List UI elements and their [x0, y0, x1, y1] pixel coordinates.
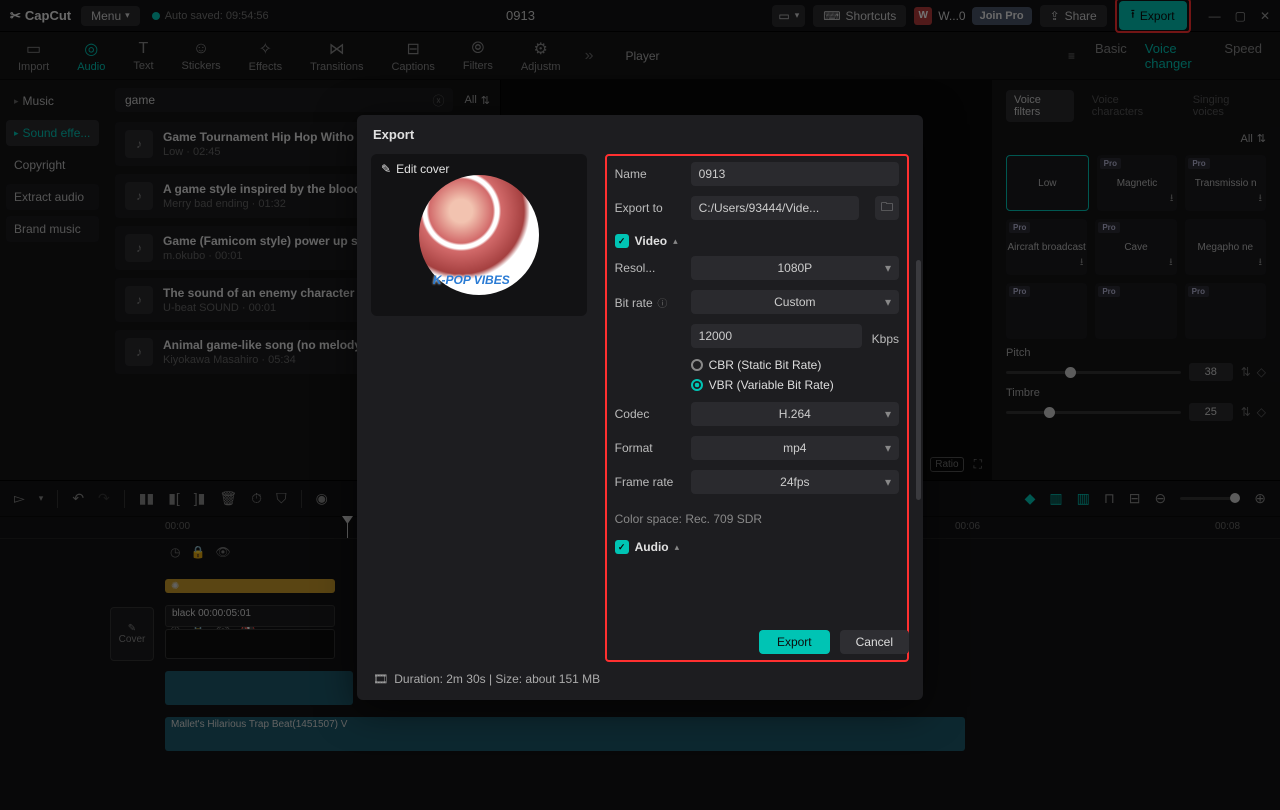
collapse-icon[interactable]: ▴	[673, 236, 678, 247]
resolution-label: Resol...	[615, 261, 681, 275]
cover-image	[419, 175, 539, 295]
export-confirm-button[interactable]: Export	[759, 630, 830, 654]
bitrate-unit: Kbps	[872, 327, 899, 346]
highlight-export-settings: Name Export to C:/Users/93444/Vide... 🗀 …	[605, 154, 909, 662]
audio-checkbox[interactable]: ✓	[615, 540, 629, 554]
cover-preview: ✎Edit cover	[371, 154, 587, 316]
export-path-field[interactable]: C:/Users/93444/Vide...	[691, 196, 859, 220]
duration-info: 🎞 Duration: 2m 30s | Size: about 151 MB	[373, 672, 600, 686]
pencil-icon: ✎	[381, 162, 391, 176]
resolution-select[interactable]: 1080P▾	[691, 256, 899, 280]
info-icon[interactable]: ⓘ	[655, 299, 668, 310]
fps-select[interactable]: 24fps▾	[691, 470, 899, 494]
modal-title: Export	[357, 115, 923, 154]
bitrate-number-field[interactable]	[691, 324, 862, 348]
video-checkbox[interactable]: ✓	[615, 234, 629, 248]
export-to-label: Export to	[615, 201, 681, 215]
vbr-radio[interactable]: VBR (Variable Bit Rate)	[615, 378, 899, 392]
format-label: Format	[615, 441, 681, 455]
bitrate-select[interactable]: Custom▾	[691, 290, 899, 314]
chevron-down-icon: ▾	[885, 261, 891, 275]
fps-label: Frame rate	[615, 475, 681, 489]
folder-icon: 🗀	[881, 198, 893, 219]
film-icon: 🎞	[373, 672, 388, 686]
video-section-title: Video	[635, 234, 667, 248]
chevron-down-icon: ▾	[885, 407, 891, 421]
collapse-icon[interactable]: ▴	[675, 542, 680, 553]
codec-label: Codec	[615, 407, 681, 421]
name-field[interactable]	[691, 162, 899, 186]
chevron-down-icon: ▾	[885, 475, 891, 489]
browse-folder-button[interactable]: 🗀	[875, 196, 899, 220]
bitrate-label: Bit rate ⓘ	[615, 295, 681, 310]
audio-section-title: Audio	[635, 540, 669, 554]
cbr-radio[interactable]: CBR (Static Bit Rate)	[615, 358, 899, 372]
codec-select[interactable]: H.264▾	[691, 402, 899, 426]
export-modal: Export ✎Edit cover Name Export to C:/Use…	[357, 115, 923, 700]
edit-cover-button[interactable]: ✎Edit cover	[381, 162, 449, 176]
chevron-down-icon: ▾	[885, 441, 891, 455]
format-select[interactable]: mp4▾	[691, 436, 899, 460]
cancel-button[interactable]: Cancel	[840, 630, 909, 654]
name-label: Name	[615, 167, 681, 181]
scrollbar-thumb[interactable]	[916, 260, 921, 500]
chevron-down-icon: ▾	[885, 295, 891, 309]
color-space-note: Color space: Rec. 709 SDR	[615, 512, 899, 526]
